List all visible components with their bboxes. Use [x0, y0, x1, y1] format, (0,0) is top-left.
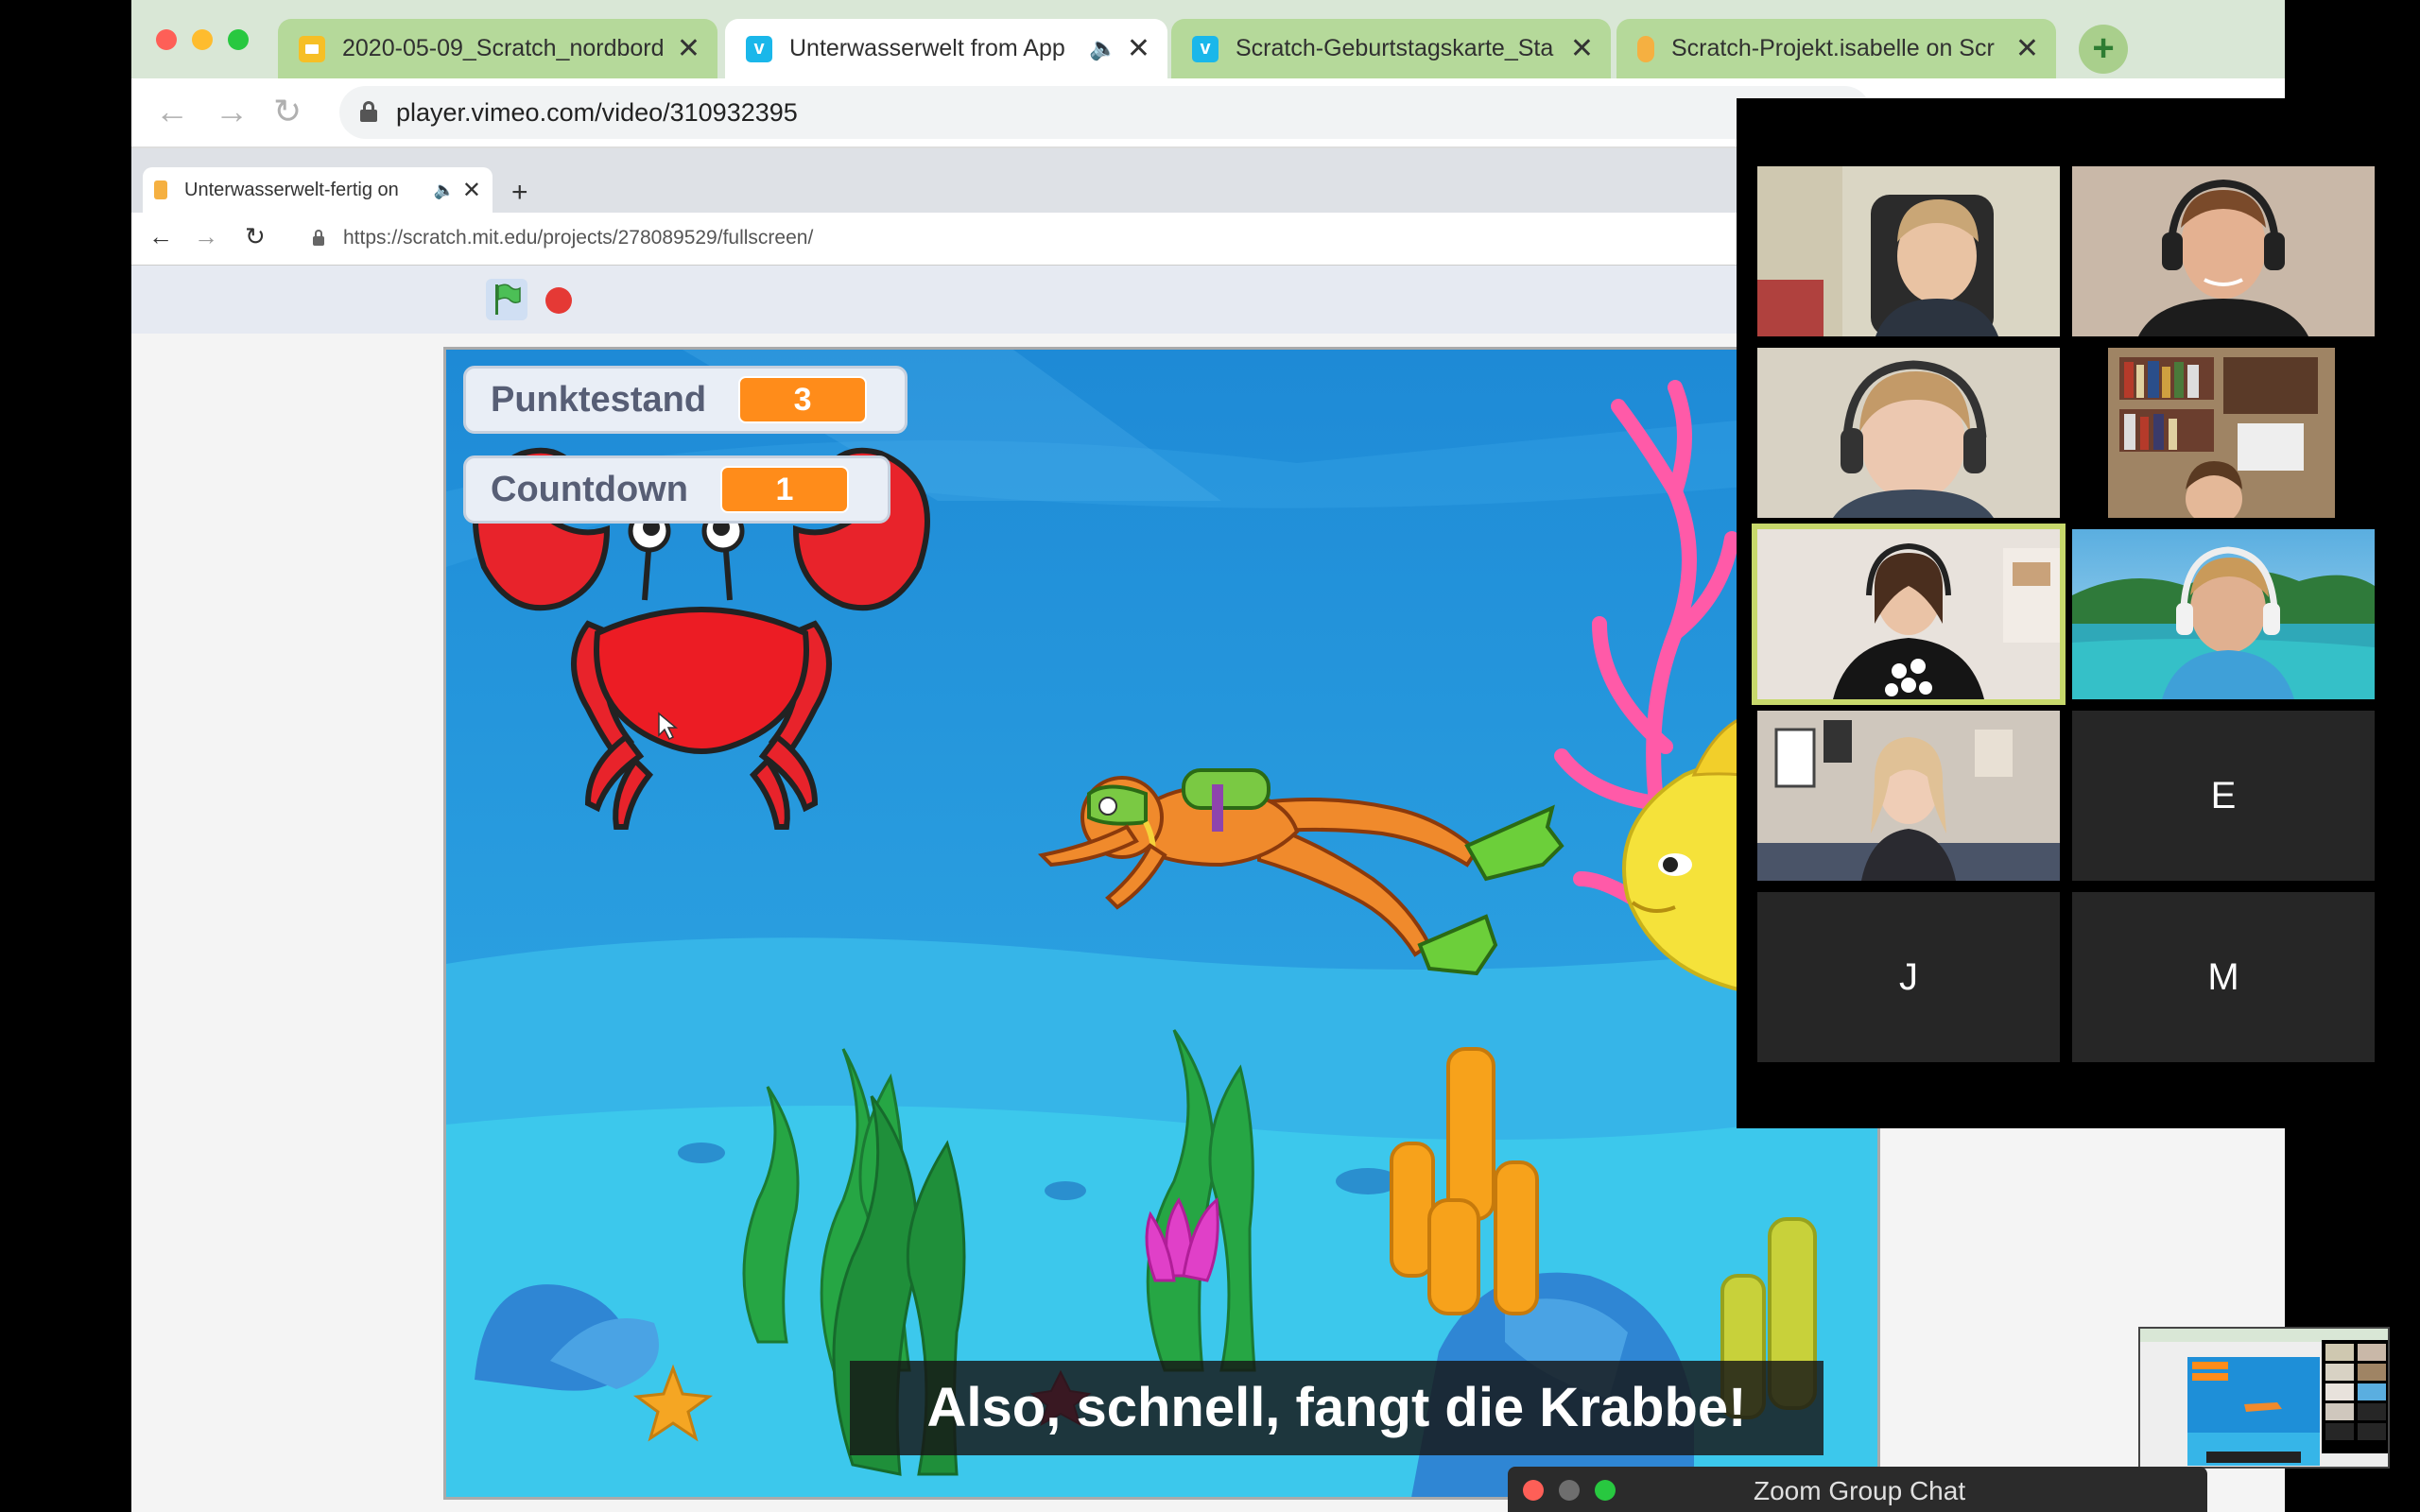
inner-tab-unterwasserwelt: Unterwasserwelt-fertig on 🔈 ✕ [143, 167, 493, 213]
new-tab-button[interactable]: + [2079, 25, 2128, 74]
tab-scratch-projekt[interactable]: Scratch-Projekt.isabelle on Scr ✕ [1616, 19, 2056, 78]
inner-new-tab-icon: + [511, 177, 528, 208]
inner-tab-title: Unterwasserwelt-fertig on [184, 179, 399, 200]
inner-forward-icon: → [194, 222, 218, 250]
inner-reload-icon: ↻ [245, 222, 266, 250]
monitor-value: 1 [719, 466, 849, 513]
inner-back-icon: ← [148, 222, 173, 250]
green-flag-icon [486, 279, 527, 320]
monitor-value: 3 [738, 376, 868, 423]
vimeo-icon: v [1192, 35, 1219, 62]
inner-lock-icon [313, 230, 324, 247]
minimize-window-button[interactable] [192, 29, 213, 50]
tab-unterwasserwelt[interactable]: v Unterwasserwelt from App 🔈 ✕ [725, 19, 1167, 78]
chat-close-button[interactable] [1523, 1480, 1544, 1501]
participant-video[interactable] [2072, 348, 2375, 518]
zoom-self-preview[interactable] [2138, 1327, 2390, 1469]
tab-geburtstagskarte[interactable]: v Scratch-Geburtstagskarte_Sta ✕ [1171, 19, 1611, 78]
speaker-icon: 🔈 [433, 180, 455, 199]
close-tab-icon[interactable]: ✕ [677, 34, 700, 63]
participant-video-active-speaker[interactable] [1752, 524, 2066, 705]
monitor-label: Punktestand [491, 379, 707, 420]
scratch-stage: Punktestand 3 Countdown 1 [443, 347, 1880, 1500]
video-subtitle: Also, schnell, fangt die Krabbe! [850, 1361, 1824, 1455]
score-monitor: Punktestand 3 [463, 366, 908, 434]
url-text: player.vimeo.com/video/310932395 [396, 98, 798, 127]
participant-name-tile[interactable]: M [2072, 892, 2375, 1062]
countdown-monitor: Countdown 1 [463, 455, 890, 524]
participant-initial: E [2210, 775, 2237, 816]
maximize-window-button[interactable] [228, 29, 249, 50]
participant-name-tile[interactable]: J [1757, 892, 2060, 1062]
tab-title: 2020-05-09_Scratch_nordbord [342, 35, 665, 61]
screen: 2020-05-09_Scratch_nordbord ✕ v Unterwas… [0, 0, 2420, 1512]
participant-video[interactable] [1757, 166, 2060, 336]
stop-icon [545, 287, 572, 314]
scratch-icon [1637, 35, 1654, 62]
zoom-gallery-view: E J M [1737, 98, 2420, 1128]
back-icon[interactable]: ← [155, 92, 189, 131]
speaker-icon[interactable]: 🔈 [1089, 35, 1117, 62]
tab-title: Scratch-Projekt.isabelle on Scr [1671, 35, 1995, 61]
inner-url-text: https://scratch.mit.edu/projects/2780895… [343, 227, 814, 249]
slides-icon [299, 35, 325, 62]
tab-title: Scratch-Geburtstagskarte_Sta [1236, 35, 1554, 61]
participant-initial: M [2207, 956, 2239, 998]
chat-maximize-button[interactable] [1595, 1480, 1616, 1501]
forward-icon[interactable]: → [215, 92, 249, 131]
participant-video[interactable] [2072, 529, 2375, 699]
address-bar[interactable]: player.vimeo.com/video/310932395 [339, 86, 1871, 139]
reload-icon[interactable]: ↻ [273, 92, 302, 131]
chat-minimize-button[interactable] [1559, 1480, 1580, 1501]
close-tab-icon[interactable]: ✕ [2015, 34, 2039, 63]
participant-video[interactable] [1757, 711, 2060, 881]
tab-strip: 2020-05-09_Scratch_nordbord ✕ v Unterwas… [131, 0, 2285, 78]
chat-title: Zoom Group Chat [1754, 1476, 1966, 1505]
zoom-group-chat-bar[interactable]: Zoom Group Chat [1508, 1467, 2207, 1512]
tab-title: Unterwasserwelt from App [789, 35, 1065, 61]
close-window-button[interactable] [156, 29, 177, 50]
vimeo-icon: v [746, 35, 772, 62]
close-tab-icon[interactable]: ✕ [1127, 34, 1150, 63]
participant-initial: J [1899, 956, 1918, 998]
lock-icon [360, 101, 377, 122]
participant-video[interactable] [2072, 166, 2375, 336]
close-tab-icon[interactable]: ✕ [1570, 34, 1594, 63]
participant-name-tile[interactable]: E [2072, 711, 2375, 881]
tab-scratch-slides[interactable]: 2020-05-09_Scratch_nordbord ✕ [278, 19, 717, 78]
participant-video[interactable] [1757, 348, 2060, 518]
monitor-label: Countdown [491, 469, 688, 509]
close-tab-icon: ✕ [461, 177, 481, 203]
scratch-icon [154, 180, 167, 199]
